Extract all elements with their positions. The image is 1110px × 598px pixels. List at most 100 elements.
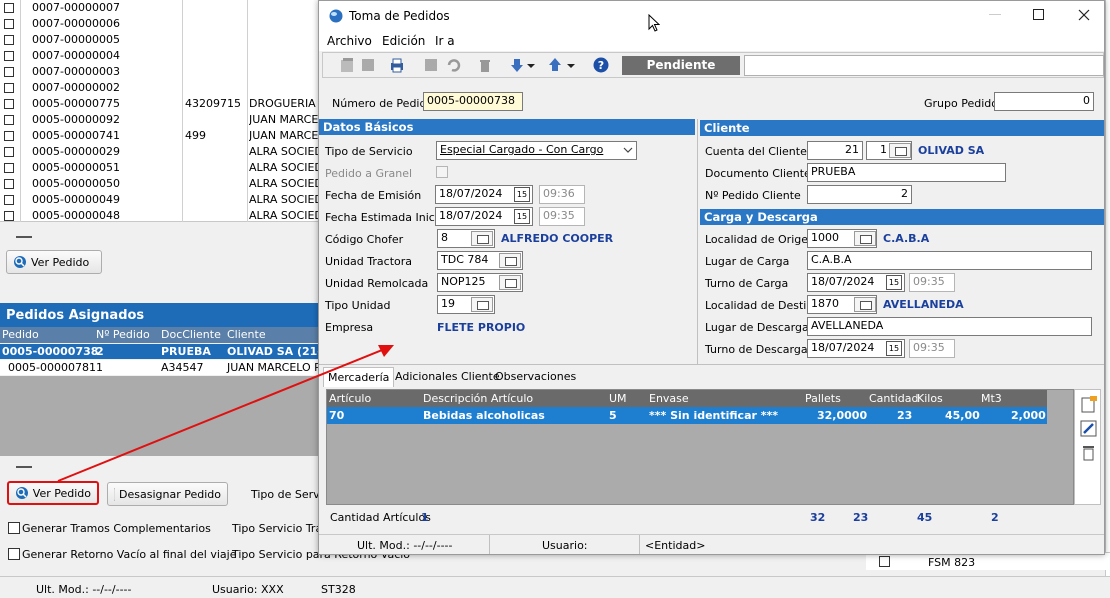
menu-archivo[interactable]: Archivo <box>327 34 372 48</box>
list-item[interactable]: 0005-00000050 ALRA SOCIED <box>0 176 318 192</box>
lookup-icon[interactable] <box>471 231 493 246</box>
splitter-handle[interactable] <box>16 466 32 468</box>
search-icon <box>16 487 28 499</box>
grid-footer: Cantidad Artículos 1 32 23 45 2 <box>326 507 1101 527</box>
row-checkbox[interactable] <box>4 51 14 61</box>
lugar-carga-field[interactable]: C.A.B.A <box>807 251 1092 270</box>
lookup-icon[interactable] <box>471 297 493 312</box>
close-icon[interactable] <box>1078 9 1090 21</box>
toolbar: ? Pendiente <box>322 52 1104 78</box>
row-checkbox[interactable] <box>4 3 14 13</box>
cuenta-cliente-label: Cuenta del Cliente <box>705 145 807 158</box>
list-item[interactable]: 0005-0000077543209715DROGUERIA D <box>0 96 318 112</box>
new-document-icon[interactable] <box>339 57 355 73</box>
list-item[interactable]: 0007-00000005 <box>0 32 318 48</box>
row-checkbox[interactable] <box>4 147 14 157</box>
splitter-handle[interactable] <box>16 236 32 238</box>
list-item[interactable]: 0005-00000048 ALRA SOCIED <box>0 208 318 224</box>
table-row[interactable]: 70 Bebidas alcoholicas 5 *** Sin identif… <box>327 407 1047 424</box>
calendar-icon[interactable]: 15 <box>514 209 530 224</box>
list-item[interactable]: 0007-00000003 <box>0 64 318 80</box>
row-checkbox[interactable] <box>4 163 14 173</box>
calendar-icon[interactable]: 15 <box>514 187 530 202</box>
stop-icon[interactable] <box>423 57 439 73</box>
row-checkbox[interactable] <box>4 67 14 77</box>
trash-icon[interactable] <box>1080 444 1097 461</box>
add-row-icon[interactable] <box>1080 396 1097 413</box>
lookup-icon[interactable] <box>854 231 876 246</box>
lookup-icon[interactable] <box>499 253 521 268</box>
tab-adicionales-cliente[interactable]: Adicionales Cliente <box>391 367 504 387</box>
row-checkbox[interactable] <box>4 99 14 109</box>
pedidos-asignados-empty-area <box>0 376 318 456</box>
grupo-pedido-field[interactable]: 0 <box>994 92 1094 111</box>
empresa-label: Empresa <box>325 321 374 334</box>
help-icon[interactable]: ? <box>593 57 609 73</box>
undo-icon[interactable] <box>445 57 461 73</box>
generar-retorno-checkbox[interactable] <box>8 548 20 560</box>
lookup-icon[interactable] <box>889 143 911 158</box>
tipo-servicio-select[interactable]: Especial Cargado - Con Cargo <box>436 141 637 160</box>
row-checkbox[interactable] <box>4 115 14 125</box>
row-checkbox[interactable] <box>4 83 14 93</box>
list-item[interactable]: 0005-00000741 499 JUAN MARCEL <box>0 128 318 144</box>
list-item[interactable]: 0007-00000006 <box>0 16 318 32</box>
save-icon[interactable] <box>360 57 376 73</box>
turno-descarga-time-field[interactable]: 09:35 <box>909 339 955 358</box>
generar-tramos-checkbox[interactable] <box>8 522 20 534</box>
lookup-icon[interactable] <box>499 275 521 290</box>
menu-edicion[interactable]: Edición <box>382 34 425 48</box>
tab-mercaderia[interactable]: Mercadería <box>323 367 395 387</box>
print-icon[interactable] <box>389 57 405 73</box>
grid-side-toolbar <box>1074 389 1101 505</box>
ver-pedido-top-button[interactable]: Ver Pedido <box>6 250 102 274</box>
chevron-down-icon[interactable] <box>567 57 575 73</box>
numero-pedido-field[interactable]: 0005-00000738 <box>423 92 523 111</box>
plate-checkbox[interactable] <box>879 556 890 567</box>
table-row[interactable]: 0005-00000781 1 A34547 JUAN MARCELO PE <box>0 360 328 375</box>
tab-observaciones[interactable]: Observaciones <box>491 367 580 387</box>
nro-pedido-cliente-field[interactable]: 2 <box>807 185 912 204</box>
list-item[interactable]: 0007-00000002 <box>0 80 318 96</box>
background-right-panel <box>1105 0 1110 576</box>
documento-cliente-label: Documento Cliente <box>705 167 811 180</box>
desasignar-pedido-button[interactable]: Desasignar Pedido <box>107 482 228 506</box>
row-checkbox[interactable] <box>4 35 14 45</box>
row-checkbox[interactable] <box>4 19 14 29</box>
arrow-up-icon[interactable] <box>547 57 563 73</box>
table-row[interactable]: 0005-00000738 2 PRUEBA OLIVAD SA (21-0 <box>0 344 330 359</box>
lookup-icon[interactable] <box>854 297 876 312</box>
list-item[interactable]: 0005-00000029 ALRA SOCIED <box>0 144 318 160</box>
ver-pedido-button[interactable]: Ver Pedido <box>7 481 99 505</box>
edit-icon[interactable] <box>1080 420 1097 437</box>
window-titlebar[interactable]: Toma de Pedidos <box>319 1 1104 31</box>
calendar-icon[interactable]: 15 <box>886 341 902 356</box>
chevron-down-icon <box>623 147 633 153</box>
documento-cliente-field[interactable]: PRUEBA <box>807 163 1006 182</box>
list-item[interactable]: 0007-00000004 <box>0 48 318 64</box>
trash-icon[interactable] <box>477 57 493 73</box>
hora-estimada-field[interactable]: 09:35 <box>539 207 585 226</box>
list-item[interactable]: 0005-00000049 ALRA SOCIED <box>0 192 318 208</box>
hora-emision-field[interactable]: 09:36 <box>539 185 585 204</box>
mouse-cursor-icon <box>648 14 660 32</box>
row-checkbox[interactable] <box>4 211 14 221</box>
calendar-icon[interactable]: 15 <box>886 275 902 290</box>
lugar-descarga-field[interactable]: AVELLANEDA <box>807 317 1092 336</box>
pedido-granel-checkbox[interactable] <box>436 166 448 178</box>
turno-carga-time-field[interactable]: 09:35 <box>909 273 955 292</box>
row-checkbox[interactable] <box>4 195 14 205</box>
arrow-down-icon[interactable] <box>509 57 525 73</box>
row-checkbox[interactable] <box>4 131 14 141</box>
list-item[interactable]: 0007-00000007 <box>0 0 318 16</box>
row-checkbox[interactable] <box>4 179 14 189</box>
cuenta-cliente-field[interactable]: 21 <box>807 141 863 160</box>
pedido-granel-label: Pedido a Granel <box>325 167 413 180</box>
tipo-servicio-label: Tipo de Servicio <box>325 145 413 158</box>
minimize-icon[interactable] <box>989 14 1001 15</box>
menu-ir-a[interactable]: Ir a <box>435 34 455 48</box>
list-item[interactable]: 0005-00000092 JUAN MARCEL <box>0 112 318 128</box>
maximize-icon[interactable] <box>1033 9 1044 20</box>
chevron-down-icon[interactable] <box>527 57 535 73</box>
list-item[interactable]: 0005-00000051 ALRA SOCIED <box>0 160 318 176</box>
